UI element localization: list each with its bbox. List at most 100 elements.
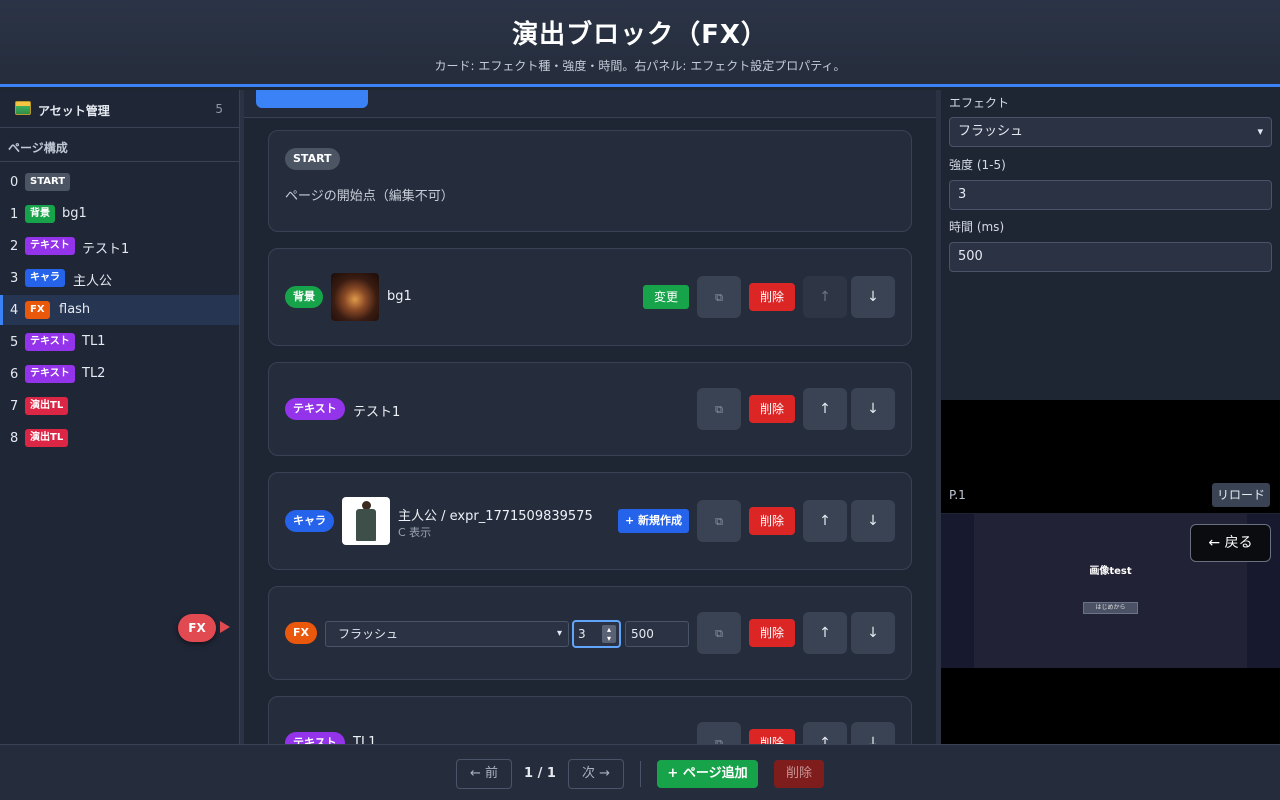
copy-icon: ⧉ xyxy=(715,291,723,304)
sidebar-item-text-tl2[interactable]: 6 テキスト TL2 xyxy=(0,359,239,389)
preview-start-button[interactable]: はじめから xyxy=(1083,602,1138,614)
block-name: bg1 xyxy=(387,289,412,304)
move-down-button[interactable]: ↓ xyxy=(851,722,895,744)
duplicate-button[interactable]: ⧉ xyxy=(697,500,741,542)
asset-manager-label: アセット管理 xyxy=(38,104,110,118)
effect-select-value: フラッシュ xyxy=(338,627,399,641)
duplicate-button[interactable]: ⧉ xyxy=(697,612,741,654)
move-up-button[interactable]: ↑ xyxy=(803,722,847,744)
prev-page-button[interactable]: ← 前 xyxy=(456,759,512,789)
chara-thumbnail xyxy=(342,497,390,545)
delete-button[interactable]: 削除 xyxy=(749,729,795,744)
move-down-button[interactable]: ↓ xyxy=(851,612,895,654)
tab-ks[interactable] xyxy=(384,90,444,108)
item-name: TL1 xyxy=(82,334,106,349)
tab-chara[interactable] xyxy=(460,90,540,108)
move-up-button[interactable]: ↑ xyxy=(803,388,847,430)
chara-display-mode: C 表示 xyxy=(398,526,432,539)
sidebar-item-bg[interactable]: 1 背景 bg1 xyxy=(0,199,239,229)
sidebar-item-start[interactable]: 0 START xyxy=(0,167,239,197)
item-number: 6 xyxy=(10,367,19,382)
arrow-down-icon: ↓ xyxy=(867,513,879,529)
item-number: 4 xyxy=(10,303,19,318)
sidebar-item-tl-8[interactable]: 8 演出TL xyxy=(0,423,239,453)
effect-dropdown[interactable]: フラッシュ ▾ xyxy=(949,117,1272,147)
back-button[interactable]: ← 戻る xyxy=(1190,524,1271,562)
stepper-icon[interactable]: ▴ ▾ xyxy=(602,625,616,643)
block-type-pill: テキスト xyxy=(285,398,345,420)
delete-page-button[interactable]: 削除 xyxy=(774,760,824,788)
arrow-down-icon: ↓ xyxy=(867,625,879,641)
sidebar-item-fx[interactable]: 4 FX flash xyxy=(0,295,239,325)
next-page-button[interactable]: 次 → xyxy=(568,759,624,789)
block-type-pill: テキスト xyxy=(285,732,345,744)
block-card-text[interactable]: テキスト テスト1 ⧉ 削除 ↑ ↓ xyxy=(268,362,912,456)
item-number: 8 xyxy=(10,431,19,446)
duplicate-button[interactable]: ⧉ xyxy=(697,388,741,430)
strength-value: 3 xyxy=(578,627,586,641)
block-name: テスト1 xyxy=(353,405,401,420)
duration-input[interactable]: 500 xyxy=(625,621,689,647)
delete-button[interactable]: 削除 xyxy=(749,283,795,311)
tab-bar xyxy=(244,90,936,118)
new-expression-button[interactable]: + 新規作成 xyxy=(618,509,689,533)
effect-dropdown-value: フラッシュ xyxy=(958,124,1024,139)
sidebar-item-text[interactable]: 2 テキスト テスト1 xyxy=(0,231,239,261)
tab-settings[interactable] xyxy=(672,90,762,108)
copy-icon: ⧉ xyxy=(715,515,723,528)
tab-assets[interactable] xyxy=(560,90,650,108)
delete-button[interactable]: 削除 xyxy=(749,619,795,647)
move-up-button[interactable]: ↑ xyxy=(803,500,847,542)
duplicate-button[interactable]: ⧉ xyxy=(697,276,741,318)
properties-panel: エフェクト フラッシュ ▾ 強度 (1-5) 3 時間 (ms) 500 P.1… xyxy=(941,90,1280,744)
block-card-chara[interactable]: キャラ 主人公 / expr_1771509839575 C 表示 + 新規作成… xyxy=(268,472,912,570)
block-card-bg[interactable]: 背景 bg1 変更 ⧉ 削除 ↑ ↓ xyxy=(268,248,912,346)
strength-input[interactable]: 3 ▴ ▾ xyxy=(572,620,621,648)
item-name: bg1 xyxy=(62,206,87,221)
tab-blocks[interactable] xyxy=(256,90,368,108)
sidebar-item-tl-7[interactable]: 7 演出TL xyxy=(0,391,239,421)
reload-button[interactable]: リロード xyxy=(1212,483,1270,507)
chevron-down-icon: ▾ xyxy=(1257,125,1263,138)
game-preview: 画像test はじめから ← 戻る xyxy=(941,514,1280,744)
sidebar-item-text-tl1[interactable]: 5 テキスト TL1 xyxy=(0,327,239,357)
arrow-up-icon: ↑ xyxy=(819,401,831,417)
start-description: ページの開始点（編集不可） xyxy=(285,189,454,204)
page-indicator: 1 / 1 xyxy=(524,766,556,781)
item-tag: 演出TL xyxy=(25,397,69,415)
block-type-pill: キャラ xyxy=(285,510,334,532)
duration-field-value: 500 xyxy=(958,249,983,264)
item-name: TL2 xyxy=(82,366,106,381)
preview-page-number: P.1 xyxy=(949,488,966,502)
duration-field[interactable]: 500 xyxy=(949,242,1272,272)
effect-select[interactable]: フラッシュ ▾ xyxy=(325,621,569,647)
change-button[interactable]: 変更 xyxy=(643,285,689,309)
item-tag: テキスト xyxy=(25,237,75,255)
strength-field-value: 3 xyxy=(958,187,967,202)
block-card-text-tl1[interactable]: テキスト TL1 ⧉ 削除 ↑ ↓ xyxy=(268,696,912,744)
move-down-button[interactable]: ↓ xyxy=(851,500,895,542)
move-up-button[interactable]: ↑ xyxy=(803,276,847,318)
sidebar-item-chara[interactable]: 3 キャラ 主人公 xyxy=(0,263,239,293)
divider xyxy=(640,761,641,787)
duplicate-button[interactable]: ⧉ xyxy=(697,722,741,744)
block-card-start: START ページの開始点（編集不可） xyxy=(268,130,912,232)
arrow-down-icon: ↓ xyxy=(867,735,879,744)
copy-icon: ⧉ xyxy=(715,403,723,416)
asset-manager-row[interactable]: アセット管理 5 xyxy=(0,90,239,128)
item-name: テスト1 xyxy=(82,242,130,257)
bg-thumbnail xyxy=(331,273,379,321)
delete-button[interactable]: 削除 xyxy=(749,507,795,535)
strength-field[interactable]: 3 xyxy=(949,180,1272,210)
add-page-button[interactable]: + ページ追加 xyxy=(657,760,758,788)
delete-button[interactable]: 削除 xyxy=(749,395,795,423)
item-name: flash xyxy=(59,302,91,317)
pointer-arrow-icon xyxy=(220,621,230,633)
move-up-button[interactable]: ↑ xyxy=(803,612,847,654)
banner-subtitle: カード: エフェクト種・強度・時間。右パネル: エフェクト設定プロパティ。 xyxy=(434,59,846,73)
move-down-button[interactable]: ↓ xyxy=(851,388,895,430)
block-card-fx[interactable]: FX フラッシュ ▾ 3 ▴ ▾ 500 ⧉ 削除 ↑ ↓ xyxy=(268,586,912,680)
fx-drag-badge[interactable]: FX xyxy=(178,614,216,642)
item-number: 1 xyxy=(10,207,19,222)
move-down-button[interactable]: ↓ xyxy=(851,276,895,318)
